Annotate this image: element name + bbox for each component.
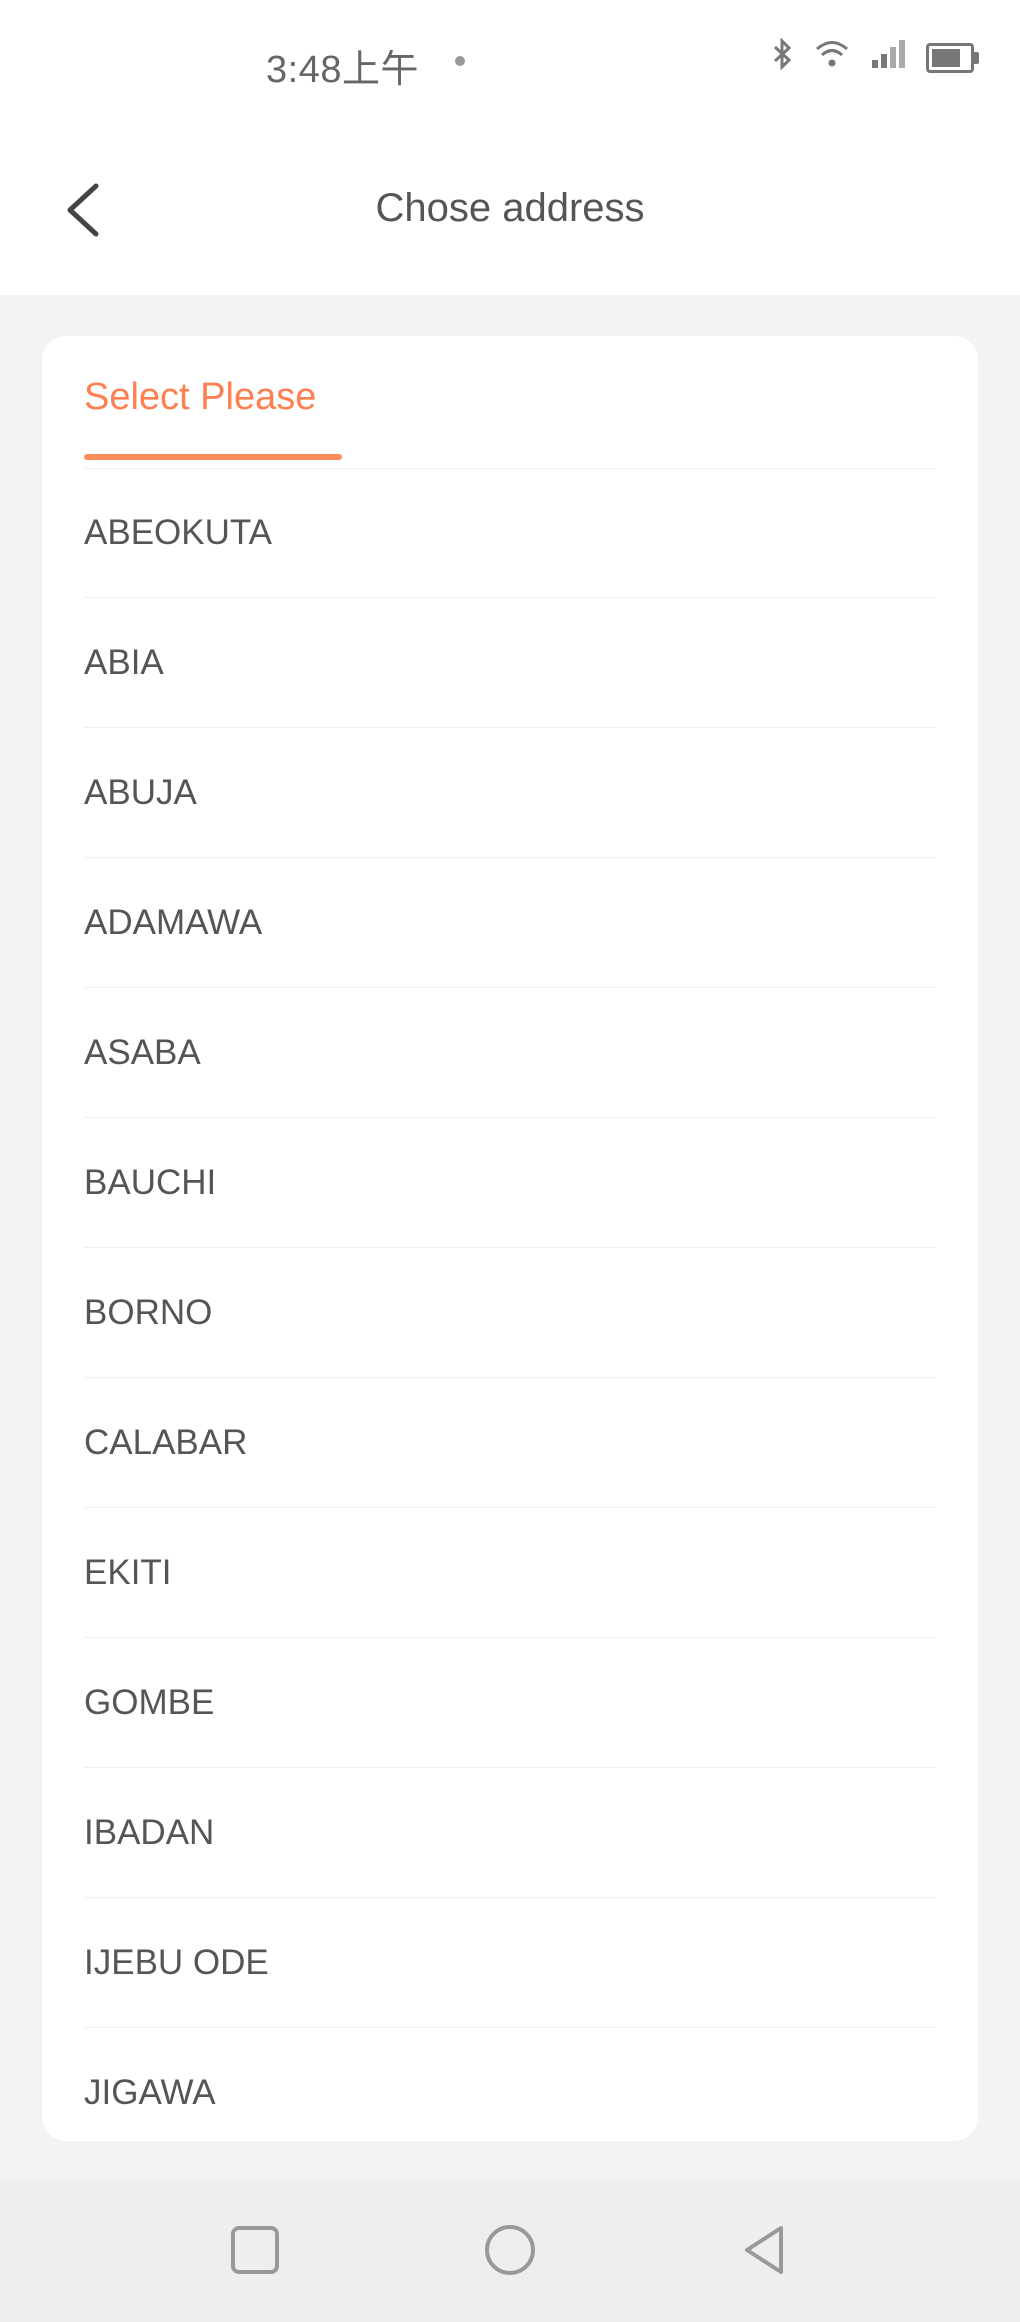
- list-item[interactable]: IBADAN: [84, 1768, 936, 1898]
- tab-underline: [84, 454, 342, 460]
- list-item[interactable]: CALABAR: [84, 1378, 936, 1508]
- list-item[interactable]: JIGAWA: [84, 2028, 936, 2141]
- square-icon: [231, 2226, 279, 2274]
- signal-icon: [870, 38, 906, 78]
- circle-icon: [485, 2225, 535, 2275]
- triangle-back-icon: [745, 2226, 783, 2274]
- list-item[interactable]: ASABA: [84, 988, 936, 1118]
- header: Chose address: [0, 130, 1020, 295]
- list-item[interactable]: IJEBU ODE: [84, 1898, 936, 2028]
- list-item[interactable]: ABUJA: [84, 728, 936, 858]
- tab-select-please[interactable]: Select Please: [84, 376, 316, 419]
- list-item[interactable]: EKITI: [84, 1508, 936, 1638]
- battery-icon: [926, 43, 979, 73]
- bluetooth-icon: [772, 37, 794, 78]
- list-item[interactable]: ADAMAWA: [84, 858, 936, 988]
- list-item[interactable]: GOMBE: [84, 1638, 936, 1768]
- address-card: Select Please ABEOKUTA ABIA ABUJA ADAMAW…: [42, 336, 978, 2141]
- status-icons: [772, 37, 979, 78]
- navigation-bar: [0, 2180, 1020, 2322]
- list-item[interactable]: ABEOKUTA: [84, 468, 936, 598]
- list-item[interactable]: ABIA: [84, 598, 936, 728]
- address-list: ABEOKUTA ABIA ABUJA ADAMAWA ASABA BAUCHI…: [84, 468, 936, 2141]
- page-title: Chose address: [375, 186, 645, 230]
- list-item[interactable]: BAUCHI: [84, 1118, 936, 1248]
- nav-back-button[interactable]: [725, 2210, 805, 2290]
- list-item[interactable]: BORNO: [84, 1248, 936, 1378]
- recent-apps-button[interactable]: [215, 2210, 295, 2290]
- notification-dot-icon: [455, 56, 465, 66]
- wifi-icon: [814, 38, 850, 78]
- status-time: 3:48上午: [266, 49, 419, 91]
- status-bar: 3:48上午: [0, 0, 1020, 130]
- home-button[interactable]: [470, 2210, 550, 2290]
